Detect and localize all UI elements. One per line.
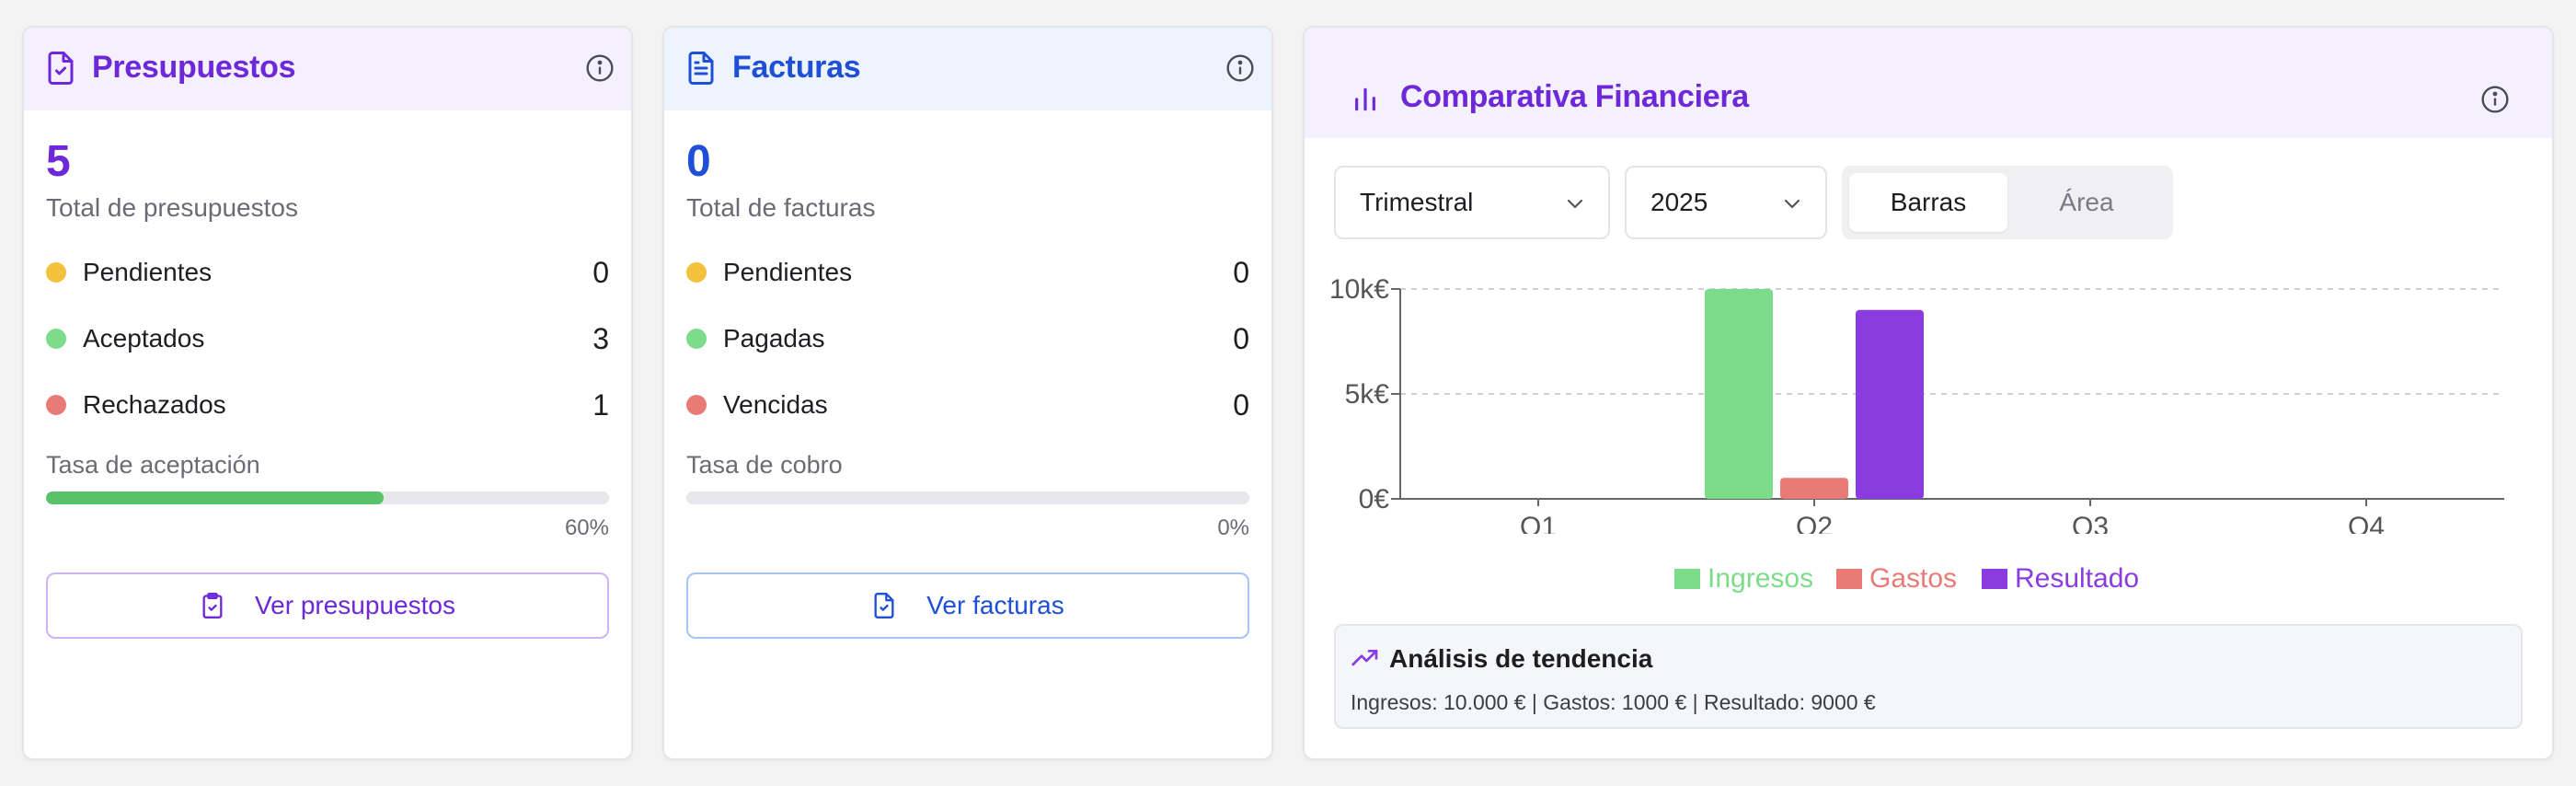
view-budgets-label: Ver presupuestos <box>255 591 455 619</box>
legend-label: Resultado <box>2015 563 2140 594</box>
row-label: Vencidas <box>723 390 828 419</box>
row-value: 1 <box>592 387 609 422</box>
info-icon[interactable] <box>1225 53 1255 83</box>
collection-rate-label: Tasa de cobro <box>686 451 843 479</box>
invoices-row-overdue: Vencidas 0 <box>686 387 1249 423</box>
info-icon[interactable] <box>585 53 615 83</box>
view-invoices-button[interactable]: Ver facturas <box>686 572 1249 639</box>
view-toggle: Barras Área <box>1842 166 2173 239</box>
row-value: 0 <box>592 255 609 289</box>
chevron-down-icon <box>1784 199 1800 209</box>
x-tick-label: Q3 <box>2072 512 2109 534</box>
legend-label: Gastos <box>1869 563 1958 594</box>
row-label: Pendientes <box>83 258 213 286</box>
budgets-row-accepted: Aceptados 3 <box>46 320 609 357</box>
row-label: Pendientes <box>723 258 853 286</box>
toggle-area-button[interactable]: Área <box>2007 173 2166 232</box>
year-select[interactable]: 2025 <box>1625 166 1827 239</box>
view-budgets-button[interactable]: Ver presupuestos <box>46 572 609 639</box>
status-dot <box>686 329 707 349</box>
acceptance-rate-value: 60% <box>564 515 609 540</box>
y-tick-label: 5k€ <box>1345 379 1390 410</box>
year-select-value: 2025 <box>1650 188 1708 216</box>
legend-item-result: Resultado <box>1982 563 2139 595</box>
legend-swatch <box>1982 569 2007 589</box>
status-dot <box>46 329 66 349</box>
legend-item-income: Ingresos <box>1674 563 1813 595</box>
row-value: 0 <box>1233 321 1249 355</box>
trend-analysis-panel: Análisis de tendencia Ingresos: 10.000 €… <box>1334 624 2523 729</box>
row-label: Rechazados <box>83 390 226 419</box>
legend-swatch <box>1836 569 1862 589</box>
bar-ingresos-q2 <box>1705 289 1773 499</box>
row-value: 0 <box>1233 255 1249 289</box>
invoices-card: Facturas 0 Total de facturas Pendientes … <box>662 26 1273 760</box>
financial-comparison-chart: 0€ 5k€ 10k€ Q1 Q2 Q3 Q4 <box>1329 274 2504 534</box>
y-tick-label: 10k€ <box>1329 274 1389 305</box>
comparison-header: Comparativa Financiera <box>1305 28 2552 138</box>
invoices-row-paid: Pagadas 0 <box>686 320 1249 357</box>
budgets-total: 5 <box>46 137 71 186</box>
x-tick-label: Q1 <box>1520 512 1557 534</box>
file-check-icon <box>874 593 894 618</box>
row-value: 0 <box>1233 387 1249 422</box>
trending-up-icon <box>1351 650 1378 666</box>
status-dot <box>686 262 707 283</box>
acceptance-rate-label: Tasa de aceptación <box>46 451 260 479</box>
trend-title: Análisis de tendencia <box>1389 644 1653 673</box>
budgets-row-rejected: Rechazados 1 <box>46 387 609 423</box>
invoices-total: 0 <box>686 137 711 186</box>
invoices-header: Facturas <box>664 28 1271 110</box>
x-tick-label: Q4 <box>2348 512 2385 534</box>
toggle-bars-button[interactable]: Barras <box>1849 173 2007 232</box>
acceptance-progress-fill <box>46 491 385 504</box>
budgets-row-pending: Pendientes 0 <box>46 254 609 291</box>
y-tick-label: 0€ <box>1359 484 1390 514</box>
info-icon[interactable] <box>2480 85 2510 114</box>
status-dot <box>686 395 707 415</box>
comparison-title: Comparativa Financiera <box>1400 79 1749 114</box>
file-text-icon <box>683 50 719 87</box>
bar-chart-icon <box>1349 83 1382 116</box>
trend-summary: Ingresos: 10.000 € | Gastos: 1000 € | Re… <box>1351 690 1876 714</box>
budgets-total-label: Total de presupuestos <box>46 193 298 222</box>
legend-swatch <box>1674 569 1700 589</box>
row-label: Pagadas <box>723 324 825 353</box>
row-label: Aceptados <box>83 324 205 353</box>
file-check-icon <box>42 50 79 87</box>
budgets-header: Presupuestos <box>24 28 631 110</box>
row-value: 3 <box>592 321 609 355</box>
acceptance-progress-bar <box>46 491 609 504</box>
chevron-down-icon <box>1567 199 1583 209</box>
legend-label: Ingresos <box>1708 563 1814 594</box>
x-tick-label: Q2 <box>1796 512 1833 534</box>
bar-resultado-q2 <box>1856 309 1924 499</box>
collection-progress-bar <box>686 491 1249 504</box>
collection-rate-value: 0% <box>1217 515 1249 540</box>
budgets-card: Presupuestos 5 Total de presupuestos Pen… <box>22 26 633 760</box>
status-dot <box>46 395 66 415</box>
clipboard-check-icon <box>202 593 223 619</box>
period-select-value: Trimestral <box>1360 188 1474 216</box>
invoices-total-label: Total de facturas <box>686 193 876 222</box>
invoices-row-pending: Pendientes 0 <box>686 254 1249 291</box>
period-select[interactable]: Trimestral <box>1334 166 1610 239</box>
status-dot <box>46 262 66 283</box>
view-invoices-label: Ver facturas <box>926 591 1064 619</box>
budgets-title: Presupuestos <box>92 50 296 85</box>
bar-gastos-q2 <box>1780 478 1848 499</box>
invoices-title: Facturas <box>732 50 861 85</box>
legend-item-expenses: Gastos <box>1836 563 1957 595</box>
